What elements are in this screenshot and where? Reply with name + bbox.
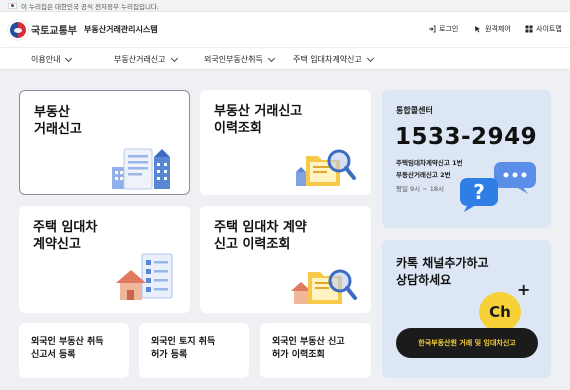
- card-lease-report[interactable]: 주택 임대차 계약신고: [19, 206, 190, 313]
- remote-control-link[interactable]: 원격제어: [474, 24, 511, 34]
- card-transaction-report[interactable]: 부동산 거래신고: [19, 90, 190, 195]
- gov-banner-text: 이 누리집은 대한민국 공식 전자정부 누리집입니다.: [21, 2, 159, 11]
- gov-banner: 이 누리집은 대한민국 공식 전자정부 누리집입니다.: [0, 0, 570, 12]
- card-title: 외국인 토지 취득 허가 등록: [151, 337, 216, 360]
- plus-icon: +: [517, 280, 531, 299]
- sitemap-link[interactable]: 사이트맵: [525, 24, 562, 34]
- callcenter-panel: 통합콜센터 1533-2949 주택임대차계약신고 1번 부동산거래신고 2번 …: [382, 90, 551, 228]
- main-nav: 이용안내 부동산거래신고 외국인부동산취득 주택 임대차계약신고: [0, 47, 570, 70]
- nav-item-lease-report[interactable]: 주택 임대차계약신고: [293, 54, 374, 65]
- kakao-title: 카톡 채널추가하고 상담하세요: [396, 256, 489, 287]
- card-title: 외국인 부동산 취득 신고서 등록: [31, 337, 104, 360]
- chevron-down-icon: [366, 54, 374, 62]
- card-title: 부동산 거래신고: [34, 105, 82, 137]
- nav-item-label: 이용안내: [31, 55, 61, 64]
- callcenter-line2: 부동산거래신고 2번: [396, 171, 451, 179]
- card-foreigner-acquisition-register[interactable]: 외국인 부동산 취득 신고서 등록: [19, 323, 129, 378]
- system-name[interactable]: 부동산거래관리시스템: [84, 24, 158, 35]
- sitemap-label: 사이트맵: [536, 25, 562, 33]
- kakao-channel-mark: Ch: [489, 303, 511, 321]
- login-label: 로그인: [439, 25, 459, 33]
- site-header: 국토교통부 부동산거래관리시스템 로그인 원격제어 사이트맵: [0, 12, 570, 47]
- grid-icon: [525, 25, 533, 33]
- card-foreigner-permit-history[interactable]: 외국인 부동산 신고 허가 이력조회: [260, 323, 371, 378]
- ministry-logo-icon[interactable]: [8, 20, 28, 40]
- nav-item-transaction-report[interactable]: 부동산거래신고: [114, 54, 178, 65]
- buildings-document-icon: [112, 148, 170, 190]
- card-lease-history[interactable]: 주택 임대차 계약 신고 이력조회: [200, 206, 371, 313]
- card-title: 부동산 거래신고 이력조회: [214, 104, 303, 136]
- callcenter-line1: 주택임대차계약신고 1번: [396, 159, 463, 167]
- chevron-down-icon: [267, 54, 275, 62]
- svg-text:?: ?: [473, 180, 485, 204]
- kakao-panel: 카톡 채널추가하고 상담하세요 Ch + 한국부동산원 거래 및 임대차신고: [382, 240, 551, 378]
- callcenter-phone[interactable]: 1533-2949: [395, 124, 537, 150]
- card-foreigner-land-permit[interactable]: 외국인 토지 취득 허가 등록: [139, 323, 249, 378]
- card-title: 주택 임대차 계약신고: [33, 220, 98, 252]
- card-title: 주택 임대차 계약 신고 이력조회: [214, 220, 307, 252]
- login-icon: [429, 25, 436, 33]
- nav-item-guide[interactable]: 이용안내: [31, 54, 73, 65]
- nav-item-foreigner-acquisition[interactable]: 외국인부동산취득: [204, 54, 275, 65]
- chevron-down-icon: [170, 54, 178, 62]
- card-title: 외국인 부동산 신고 허가 이력조회: [272, 337, 345, 360]
- folder-magnifier-icon: [296, 149, 356, 186]
- callcenter-hours: 평일 9시 ~ 18시: [396, 185, 444, 193]
- remote-control-label: 원격제어: [485, 25, 511, 33]
- card-transaction-history[interactable]: 부동산 거래신고 이력조회: [200, 90, 371, 195]
- nav-item-label: 주택 임대차계약신고: [293, 55, 362, 64]
- chevron-down-icon: [65, 54, 73, 62]
- house-folder-magnifier-icon: [291, 269, 357, 304]
- korea-flag-icon: [8, 2, 17, 9]
- house-checklist-icon: [116, 253, 173, 300]
- callcenter-label: 통합콜센터: [396, 106, 433, 115]
- nav-item-label: 부동산거래신고: [114, 55, 166, 64]
- ministry-name[interactable]: 국토교통부: [31, 22, 77, 37]
- login-link[interactable]: 로그인: [428, 24, 458, 34]
- chat-bubbles-icon: ?: [460, 162, 536, 212]
- kakao-channel-button[interactable]: 한국부동산원 거래 및 임대차신고: [396, 328, 538, 358]
- cursor-icon: [475, 26, 480, 33]
- nav-item-label: 외국인부동산취득: [204, 55, 263, 64]
- kakao-channel-icon: Ch: [479, 292, 521, 332]
